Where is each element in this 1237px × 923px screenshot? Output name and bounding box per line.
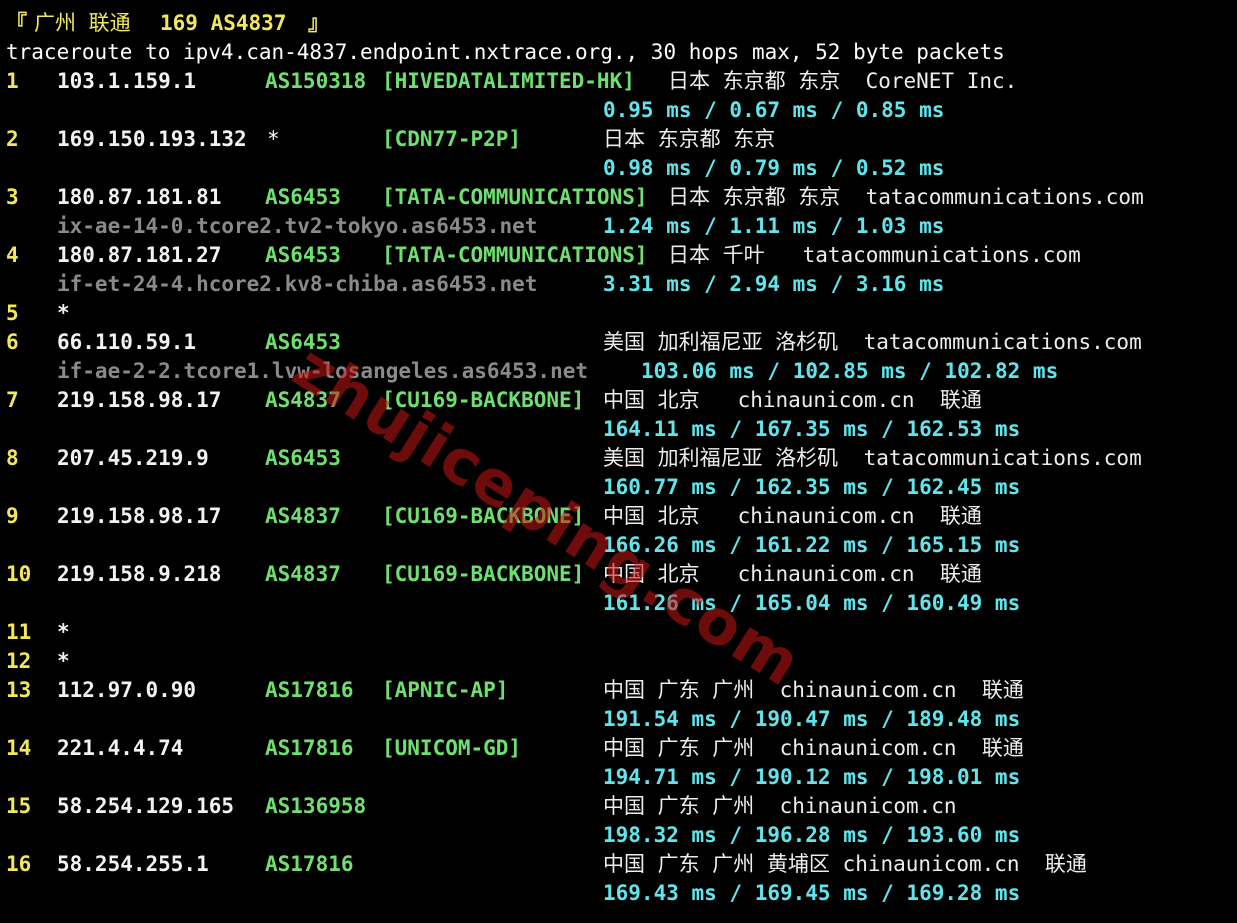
hop-location: 中国 北京 chinaunicom.cn 联通 <box>603 504 982 528</box>
hop-number: 15 <box>6 794 32 818</box>
hop-rtt: 1.24 ms / 1.11 ms / 1.03 ms <box>603 214 945 238</box>
hop-network: [TATA-COMMUNICATIONS] <box>382 185 648 209</box>
hop-location: 中国 广东 广州 chinaunicom.cn 联通 <box>603 678 1024 702</box>
hop-ip: 219.158.9.218 <box>57 562 222 586</box>
title-asn: 169 AS4837 <box>160 11 287 35</box>
hop-number: 10 <box>6 562 32 586</box>
hop-location: 日本 东京都 东京 tatacommunications.com <box>668 185 1144 209</box>
hop-location: 美国 加利福尼亚 洛杉矶 tatacommunications.com <box>603 330 1142 354</box>
hop-asn: AS17816 <box>265 678 354 702</box>
hop-rtt: 160.77 ms / 162.35 ms / 162.45 ms <box>603 475 1021 499</box>
hop-rtt: 194.71 ms / 190.12 ms / 198.01 ms <box>603 765 1021 789</box>
hop-rtt: 191.54 ms / 190.47 ms / 189.48 ms <box>603 707 1021 731</box>
hop-number: 8 <box>6 446 19 470</box>
hop-asn: AS136958 <box>265 794 367 818</box>
hop-location: 中国 广东 广州 chinaunicom.cn 联通 <box>603 736 1024 760</box>
hop-number: 2 <box>6 127 19 151</box>
hop-asn: AS150318 <box>265 69 367 93</box>
hop-location: 中国 北京 chinaunicom.cn 联通 <box>603 388 982 412</box>
traceroute-command: traceroute to ipv4.can-4837.endpoint.nxt… <box>6 40 1005 64</box>
hop-number: 5 <box>6 301 19 325</box>
hop-network: [TATA-COMMUNICATIONS] <box>382 243 648 267</box>
hop-rtt: 169.43 ms / 169.45 ms / 169.28 ms <box>603 881 1021 905</box>
hop-number: 16 <box>6 852 32 876</box>
hop-rtt: 103.06 ms / 102.85 ms / 102.82 ms <box>641 359 1059 383</box>
hop-number: 13 <box>6 678 32 702</box>
hop-ip: 221.4.4.74 <box>57 736 184 760</box>
hop-ip: 112.97.0.90 <box>57 678 197 702</box>
hop-ip: 169.150.193.132 <box>57 127 247 151</box>
hop-rtt: 0.95 ms / 0.67 ms / 0.85 ms <box>603 98 945 122</box>
hop-number: 4 <box>6 243 19 267</box>
title-region: 广州 联通 <box>34 11 131 35</box>
hop-asn: AS17816 <box>265 736 354 760</box>
hop-network: [UNICOM-GD] <box>382 736 522 760</box>
hop-network: [CDN77-P2P] <box>382 127 522 151</box>
hop-number: 1 <box>6 69 19 93</box>
hop-rtt: 164.11 ms / 167.35 ms / 162.53 ms <box>603 417 1021 441</box>
hop-location: 美国 加利福尼亚 洛杉矶 tatacommunications.com <box>603 446 1142 470</box>
hop-asn: AS6453 <box>265 446 341 470</box>
hop-number: 14 <box>6 736 32 760</box>
hop-ip: 219.158.98.17 <box>57 504 222 528</box>
hop-number: 12 <box>6 649 32 673</box>
hop-asn: AS4837 <box>265 562 341 586</box>
hop-network: [HIVEDATALIMITED-HK] <box>382 69 635 93</box>
hop-ip: 103.1.159.1 <box>57 69 197 93</box>
hop-ip: * <box>57 301 70 325</box>
hop-location: 日本 东京都 东京 <box>603 127 776 151</box>
hop-number: 6 <box>6 330 19 354</box>
hop-number: 9 <box>6 504 19 528</box>
hop-number: 7 <box>6 388 19 412</box>
hop-asn: AS17816 <box>265 852 354 876</box>
hop-rdns: if-et-24-4.hcore2.kv8-chiba.as6453.net <box>57 272 538 296</box>
hop-number: 11 <box>6 620 32 644</box>
title-close-bracket: 』 <box>308 11 329 35</box>
hop-location: 日本 东京都 东京 CoreNET Inc. <box>668 69 1018 93</box>
hop-asn: AS4837 <box>265 504 341 528</box>
hop-ip: 66.110.59.1 <box>57 330 197 354</box>
hop-ip: * <box>57 620 70 644</box>
hop-rdns: ix-ae-14-0.tcore2.tv2-tokyo.as6453.net <box>57 214 538 238</box>
hop-ip: 180.87.181.27 <box>57 243 222 267</box>
hop-ip: 207.45.219.9 <box>57 446 209 470</box>
hop-ip: * <box>57 649 70 673</box>
hop-location: 中国 广东 广州 chinaunicom.cn <box>603 794 957 818</box>
hop-asn: * <box>267 127 280 151</box>
header-line: 『 广州 联通 169 AS4837 』 <box>6 9 329 38</box>
hop-number: 3 <box>6 185 19 209</box>
hop-asn: AS6453 <box>265 185 341 209</box>
title-open-bracket: 『 <box>6 11 27 35</box>
hop-asn: AS6453 <box>265 243 341 267</box>
hop-rtt: 198.32 ms / 196.28 ms / 193.60 ms <box>603 823 1021 847</box>
hop-network: [APNIC-AP] <box>382 678 509 702</box>
hop-ip: 219.158.98.17 <box>57 388 222 412</box>
hop-rtt: 3.31 ms / 2.94 ms / 3.16 ms <box>603 272 945 296</box>
hop-location: 日本 千叶 tatacommunications.com <box>668 243 1081 267</box>
hop-ip: 180.87.181.81 <box>57 185 222 209</box>
hop-network: [CU169-BACKBONE] <box>382 562 585 586</box>
hop-ip: 58.254.255.1 <box>57 852 209 876</box>
hop-location: 中国 广东 广州 黄埔区 chinaunicom.cn 联通 <box>603 852 1087 876</box>
hop-rtt: 0.98 ms / 0.79 ms / 0.52 ms <box>603 156 945 180</box>
hop-ip: 58.254.129.165 <box>57 794 235 818</box>
